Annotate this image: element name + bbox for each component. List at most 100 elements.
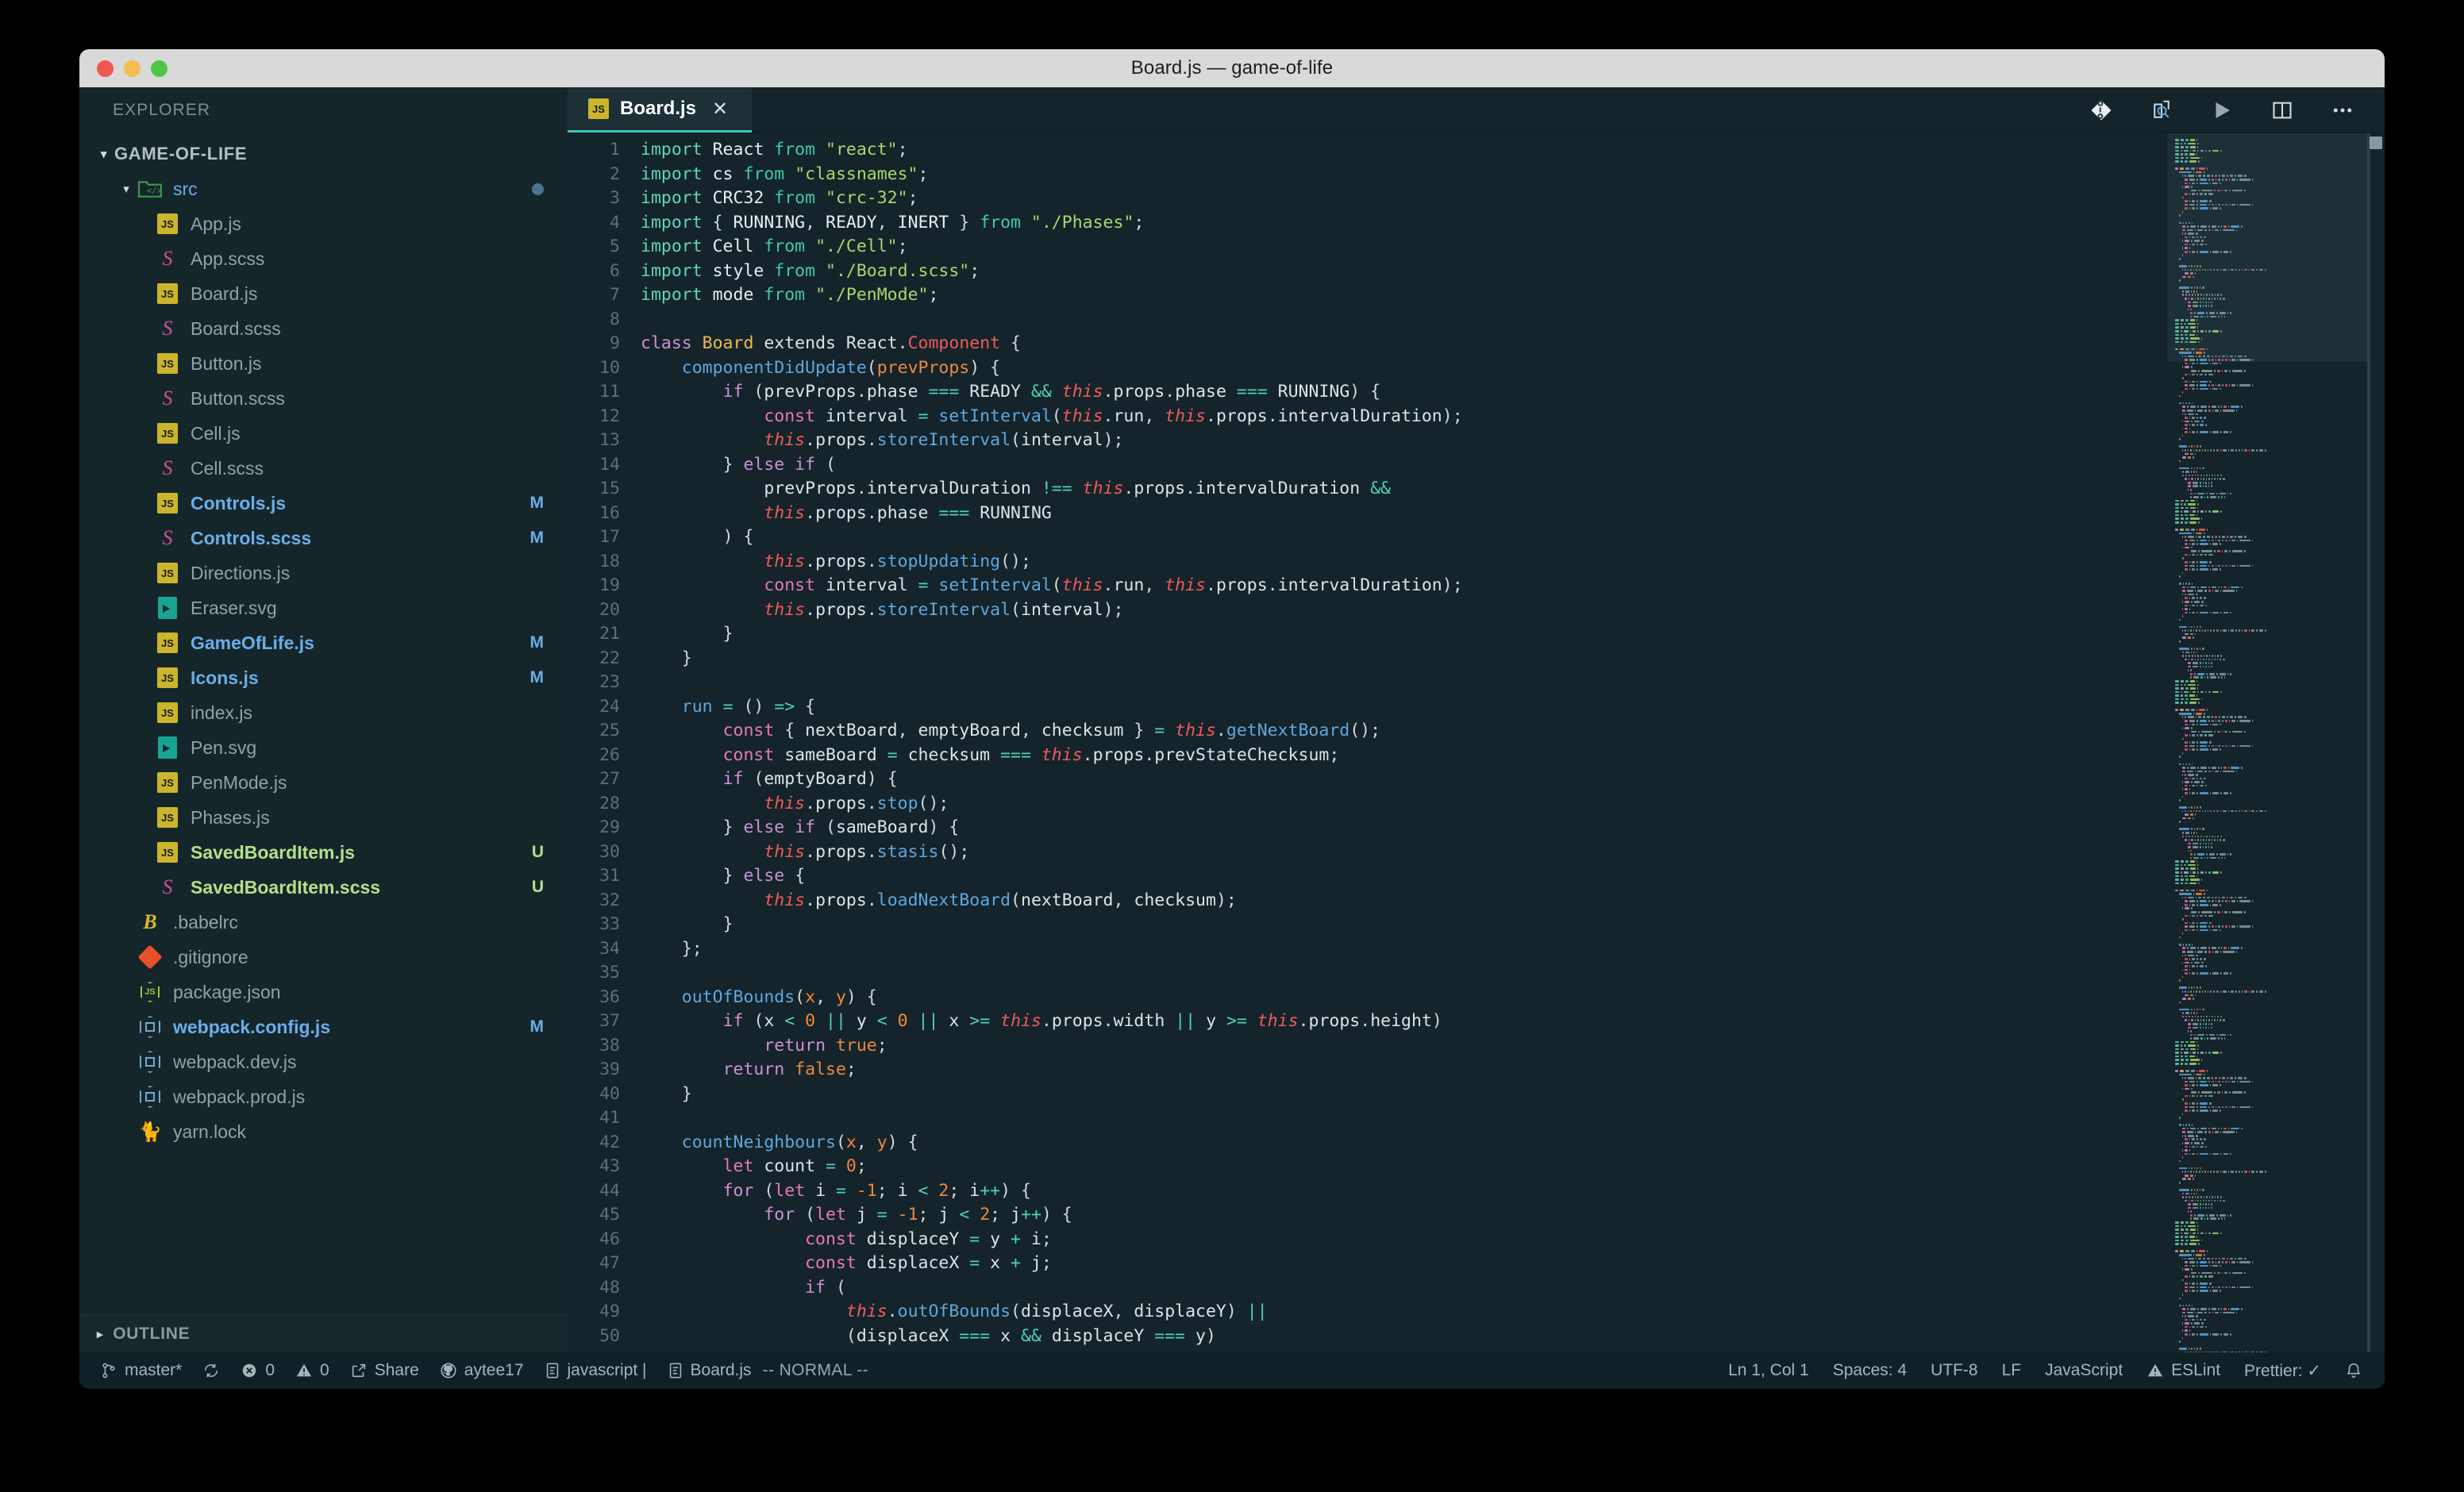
code-line[interactable]: 37 if (x < 0 || y < 0 || x >= this.props… <box>568 1009 2167 1034</box>
code-line[interactable]: 1 import React from "react"; <box>568 138 2167 163</box>
tree-file-Cell.js[interactable]: JS Cell.js <box>79 416 568 451</box>
code-line[interactable]: 6 import style from "./Board.scss"; <box>568 260 2167 284</box>
code-line[interactable]: 12 const interval = setInterval(this.run… <box>568 405 2167 429</box>
status-notifications[interactable] <box>2345 1362 2362 1379</box>
code-line[interactable]: 16 this.props.phase === RUNNING <box>568 502 2167 526</box>
run-icon[interactable] <box>2208 97 2235 124</box>
status-bookmark[interactable]: javascript | <box>545 1361 647 1380</box>
code-line[interactable]: 4 import { RUNNING, READY, INERT } from "… <box>568 211 2167 236</box>
tree-file-yarn.lock[interactable]: 🐈 yarn.lock <box>79 1114 568 1149</box>
status-cursor-position[interactable]: Ln 1, Col 1 <box>1728 1361 1809 1380</box>
code-line[interactable]: 41 <box>568 1106 2167 1131</box>
status-eol[interactable]: LF <box>2002 1361 2022 1380</box>
close-icon[interactable]: ✕ <box>707 98 733 121</box>
split-editor-icon[interactable] <box>2269 97 2296 124</box>
code-line[interactable]: 34 }; <box>568 937 2167 962</box>
tree-file-Icons.js[interactable]: JS Icons.js M <box>79 660 568 695</box>
code-line[interactable]: 5 import Cell from "./Cell"; <box>568 235 2167 260</box>
code-line[interactable]: 33 } <box>568 913 2167 937</box>
code-line[interactable]: 19 const interval = setInterval(this.run… <box>568 574 2167 598</box>
status-eslint[interactable]: ESLint <box>2146 1361 2220 1380</box>
code-line[interactable]: 26 const sameBoard = checksum === this.p… <box>568 744 2167 768</box>
code-line[interactable]: 18 this.props.stopUpdating(); <box>568 550 2167 575</box>
code-line[interactable]: 29 } else if (sameBoard) { <box>568 816 2167 840</box>
tree-file-SavedBoardItem.js[interactable]: JS SavedBoardItem.js U <box>79 835 568 870</box>
code-line[interactable]: 3 import CRC32 from "crc-32"; <box>568 186 2167 211</box>
code-line[interactable]: 15 prevProps.intervalDuration !== this.p… <box>568 477 2167 502</box>
more-actions-icon[interactable] <box>2329 97 2356 124</box>
tree-file-package.json[interactable]: JS package.json <box>79 975 568 1009</box>
code-line[interactable]: 47 const displaceX = x + j; <box>568 1252 2167 1276</box>
code-line[interactable]: 36 outOfBounds(x, y) { <box>568 986 2167 1010</box>
editor-scrollbar[interactable] <box>2367 133 2385 1352</box>
code-line[interactable]: 31 } else { <box>568 864 2167 889</box>
tree-file-Board.scss[interactable]: S Board.scss <box>79 311 568 346</box>
tree-file-Cell.scss[interactable]: S Cell.scss <box>79 451 568 486</box>
code-line[interactable]: 10 componentDidUpdate(prevProps) { <box>568 356 2167 381</box>
code-line[interactable]: 49 this.outOfBounds(displaceX, displaceY… <box>568 1300 2167 1325</box>
code-line[interactable]: 38 return true; <box>568 1034 2167 1059</box>
tree-file-.babelrc[interactable]: B .babelrc <box>79 905 568 940</box>
tree-file-.gitignore[interactable]: .gitignore <box>79 940 568 975</box>
tree-file-index.js[interactable]: JS index.js <box>79 695 568 730</box>
code-line[interactable]: 35 <box>568 961 2167 986</box>
code-line[interactable]: 42 countNeighbours(x, y) { <box>568 1131 2167 1156</box>
code-line[interactable]: 44 for (let i = -1; i < 2; i++) { <box>568 1179 2167 1204</box>
status-errors[interactable]: 0 <box>241 1361 275 1380</box>
tree-file-Button.js[interactable]: JS Button.js <box>79 346 568 381</box>
code-line[interactable]: 21 } <box>568 622 2167 647</box>
open-changes-icon[interactable] <box>2088 97 2115 124</box>
status-share[interactable]: Share <box>350 1361 419 1380</box>
tab-board-js[interactable]: JS Board.js ✕ <box>568 87 753 133</box>
code-line[interactable]: 45 for (let j = -1; j < 2; j++) { <box>568 1203 2167 1228</box>
status-sync[interactable] <box>202 1362 220 1379</box>
code-line[interactable]: 13 this.props.storeInterval(interval); <box>568 429 2167 453</box>
code-line[interactable]: 24 run = () => { <box>568 695 2167 720</box>
status-language-mode[interactable]: JavaScript <box>2045 1361 2123 1380</box>
code-line[interactable]: 20 this.props.storeInterval(interval); <box>568 598 2167 623</box>
code-line[interactable]: 2 import cs from "classnames"; <box>568 163 2167 187</box>
tree-file-Directions.js[interactable]: JS Directions.js <box>79 556 568 590</box>
code-line[interactable]: 28 this.props.stop(); <box>568 792 2167 817</box>
tree-file-Eraser.svg[interactable]: Eraser.svg <box>79 590 568 625</box>
minimap[interactable] <box>2167 133 2367 1352</box>
tree-file-Pen.svg[interactable]: Pen.svg <box>79 730 568 765</box>
tree-file-webpack.prod.js[interactable]: webpack.prod.js <box>79 1079 568 1114</box>
source-code[interactable]: 1 import React from "react"; 2 import cs fr… <box>568 133 2167 1348</box>
tree-file-GameOfLife.js[interactable]: JS GameOfLife.js M <box>79 625 568 660</box>
tree-file-SavedBoardItem.scss[interactable]: S SavedBoardItem.scss U <box>79 870 568 905</box>
tree-file-App.js[interactable]: JS App.js <box>79 206 568 241</box>
code-line[interactable]: 11 if (prevProps.phase === READY && this… <box>568 380 2167 405</box>
tree-file-Controls.js[interactable]: JS Controls.js M <box>79 486 568 521</box>
code-line[interactable]: 40 } <box>568 1082 2167 1107</box>
scrollbar-thumb[interactable] <box>2370 137 2382 149</box>
code-line[interactable]: 14 } else if ( <box>568 453 2167 478</box>
tree-file-webpack.config.js[interactable]: webpack.config.js M <box>79 1009 568 1044</box>
find-in-file-icon[interactable] <box>2148 97 2175 124</box>
code-line[interactable]: 48 if ( <box>568 1276 2167 1301</box>
tree-file-Button.scss[interactable]: S Button.scss <box>79 381 568 416</box>
status-encoding[interactable]: UTF-8 <box>1931 1361 1978 1380</box>
code-line[interactable]: 7 import mode from "./PenMode"; <box>568 283 2167 308</box>
status-account[interactable]: aytee17 <box>440 1361 524 1380</box>
outline-section-header[interactable]: ▸ OUTLINE <box>79 1314 568 1352</box>
code-line[interactable]: 46 const displaceY = y + i; <box>568 1228 2167 1252</box>
status-bookmark2[interactable]: Board.js <box>668 1361 752 1380</box>
code-line[interactable]: 30 this.props.stasis(); <box>568 840 2167 865</box>
code-line[interactable]: 50 (displaceX === x && displaceY === y) <box>568 1325 2167 1349</box>
code-line[interactable]: 9 class Board extends React.Component { <box>568 332 2167 356</box>
code-line[interactable]: 32 this.props.loadNextBoard(nextBoard, c… <box>568 889 2167 913</box>
tree-folder-src[interactable]: ▾ </> src <box>79 171 568 206</box>
code-line[interactable]: 39 return false; <box>568 1058 2167 1082</box>
tree-file-webpack.dev.js[interactable]: webpack.dev.js <box>79 1044 568 1079</box>
code-line[interactable]: 17 ) { <box>568 525 2167 550</box>
status-branch[interactable]: master* <box>100 1361 182 1380</box>
tree-file-PenMode.js[interactable]: JS PenMode.js <box>79 765 568 800</box>
tree-file-App.scss[interactable]: S App.scss <box>79 241 568 276</box>
file-tree[interactable]: ▾ GAME-OF-LIFE ▾ </> src JS App.js S App.scss J… <box>79 133 568 1314</box>
code-viewport[interactable]: 1 import React from "react"; 2 import cs fr… <box>568 133 2167 1352</box>
code-line[interactable]: 27 if (emptyBoard) { <box>568 767 2167 792</box>
code-line[interactable]: 22 } <box>568 647 2167 671</box>
tree-root-folder[interactable]: ▾ GAME-OF-LIFE <box>79 137 568 171</box>
status-prettier[interactable]: Prettier: ✓ <box>2244 1361 2321 1381</box>
